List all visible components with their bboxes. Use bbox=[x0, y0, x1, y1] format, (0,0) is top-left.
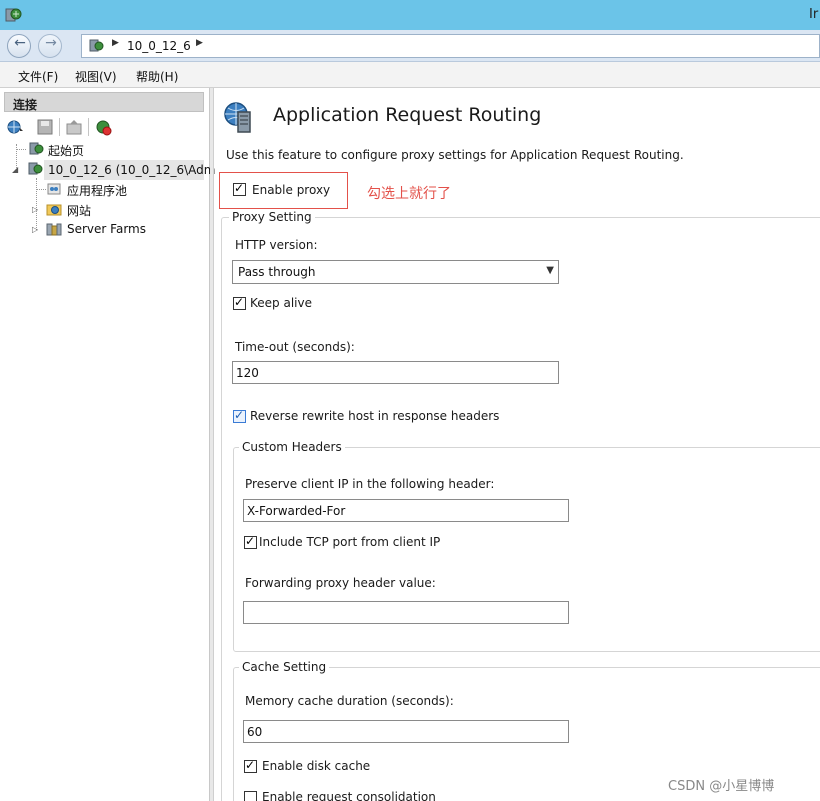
tree-item-app-pools[interactable]: 应用程序池 bbox=[67, 182, 127, 199]
breadcrumb-item-server[interactable]: 10_0_12_6 bbox=[127, 39, 191, 53]
back-button[interactable]: ← bbox=[7, 34, 31, 58]
connections-title: 连接 bbox=[13, 98, 38, 112]
timeout-value: 120 bbox=[236, 366, 259, 380]
iis-app-icon bbox=[5, 8, 22, 22]
tree-expand-icon[interactable]: ▷ bbox=[32, 225, 38, 234]
menu-file[interactable]: 文件(F) bbox=[18, 68, 58, 85]
server-icon bbox=[28, 162, 43, 175]
menu-help[interactable]: 帮助(H) bbox=[136, 68, 178, 85]
preserve-ip-value: X-Forwarded-For bbox=[247, 504, 346, 518]
watermark: CSDN @小星博博 bbox=[668, 779, 775, 794]
memory-cache-label: Memory cache duration (seconds): bbox=[245, 694, 454, 708]
cache-setting-title: Cache Setting bbox=[239, 660, 330, 674]
tree-connector bbox=[36, 178, 37, 230]
annotation-note: 勾选上就行了 bbox=[367, 186, 451, 202]
app-pools-icon bbox=[47, 183, 61, 195]
enable-disk-cache-label[interactable]: Enable disk cache bbox=[262, 759, 370, 773]
sites-folder-icon bbox=[46, 204, 62, 216]
http-version-value: Pass through bbox=[238, 265, 316, 279]
enable-disk-cache-checkbox[interactable] bbox=[244, 758, 257, 773]
back-arrow-icon: ← bbox=[14, 35, 26, 51]
start-page-icon bbox=[29, 142, 44, 155]
breadcrumb-separator-icon[interactable]: ▶ bbox=[196, 38, 203, 48]
up-level-icon[interactable] bbox=[65, 118, 83, 136]
menu-view[interactable]: 视图(V) bbox=[75, 68, 117, 85]
include-tcp-port-checkbox[interactable] bbox=[244, 534, 257, 549]
enable-proxy-label[interactable]: Enable proxy bbox=[252, 183, 330, 197]
timeout-input[interactable]: 120 bbox=[232, 361, 559, 384]
menu-bar: 文件(F) 视图(V) 帮助(H) bbox=[0, 62, 820, 88]
memory-cache-input[interactable]: 60 bbox=[243, 720, 569, 743]
keep-alive-checkbox[interactable] bbox=[233, 295, 246, 310]
save-icon[interactable] bbox=[36, 118, 54, 136]
enable-request-consolidation-label[interactable]: Enable request consolidation bbox=[262, 790, 436, 801]
keep-alive-label[interactable]: Keep alive bbox=[250, 296, 312, 310]
tree-collapse-icon[interactable]: ◢ bbox=[12, 165, 18, 174]
enable-request-consolidation-checkbox[interactable] bbox=[244, 791, 257, 801]
connections-toolbar bbox=[4, 116, 204, 138]
tree-item-sites[interactable]: 网站 bbox=[67, 202, 91, 219]
reverse-rewrite-checkbox[interactable] bbox=[233, 408, 246, 423]
tree-item-server[interactable]: 10_0_12_6 (10_0_12_6\Adm bbox=[48, 163, 215, 177]
disconnect-icon[interactable] bbox=[94, 118, 112, 136]
custom-headers-title: Custom Headers bbox=[239, 440, 345, 454]
timeout-label: Time-out (seconds): bbox=[235, 340, 355, 354]
breadcrumb[interactable]: ▶ 10_0_12_6 ▶ bbox=[81, 34, 820, 58]
preserve-ip-label: Preserve client IP in the following head… bbox=[245, 477, 495, 491]
feature-page: Application Request Routing Use this fea… bbox=[215, 88, 820, 801]
tree-item-server-farms[interactable]: Server Farms bbox=[67, 222, 146, 236]
tree-item-start-page[interactable]: 起始页 bbox=[48, 142, 84, 159]
toolbar-divider bbox=[88, 118, 89, 136]
server-icon bbox=[89, 39, 104, 52]
reverse-rewrite-label[interactable]: Reverse rewrite host in response headers bbox=[250, 409, 499, 423]
preserve-ip-input[interactable]: X-Forwarded-For bbox=[243, 499, 569, 522]
panel-splitter[interactable] bbox=[210, 88, 214, 801]
forwarding-label: Forwarding proxy header value: bbox=[245, 576, 436, 590]
tree-expand-icon[interactable]: ▷ bbox=[32, 205, 38, 214]
tree-connector bbox=[16, 149, 26, 150]
connections-panel: 连接 起始页 ◢ 10_0_12_6 (10_0_12_6\Adm 应用程序池 … bbox=[0, 88, 215, 801]
enable-proxy-checkbox[interactable] bbox=[233, 181, 246, 196]
page-description: Use this feature to configure proxy sett… bbox=[226, 148, 684, 162]
include-tcp-port-label[interactable]: Include TCP port from client IP bbox=[259, 535, 440, 549]
tree-connector bbox=[36, 189, 46, 190]
arr-feature-icon bbox=[224, 102, 251, 133]
toolbar-divider bbox=[59, 118, 60, 136]
forward-arrow-icon: → bbox=[45, 35, 57, 51]
memory-cache-value: 60 bbox=[247, 725, 263, 739]
window-title: Ir bbox=[809, 7, 819, 22]
connections-header: 连接 bbox=[4, 92, 204, 112]
proxy-setting-title: Proxy Setting bbox=[229, 210, 315, 224]
address-bar: ← → ▶ 10_0_12_6 ▶ bbox=[0, 30, 820, 62]
connect-globe-icon[interactable] bbox=[6, 118, 24, 136]
forward-button[interactable]: → bbox=[38, 34, 62, 58]
http-version-label: HTTP version: bbox=[235, 238, 318, 252]
http-version-select[interactable]: Pass through ▼ bbox=[232, 260, 559, 284]
page-title: Application Request Routing bbox=[273, 104, 542, 126]
window-titlebar: Ir bbox=[0, 0, 820, 30]
forwarding-input[interactable] bbox=[243, 601, 569, 624]
breadcrumb-separator-icon: ▶ bbox=[112, 38, 119, 48]
chevron-down-icon: ▼ bbox=[546, 265, 554, 276]
server-farms-icon bbox=[46, 223, 62, 236]
